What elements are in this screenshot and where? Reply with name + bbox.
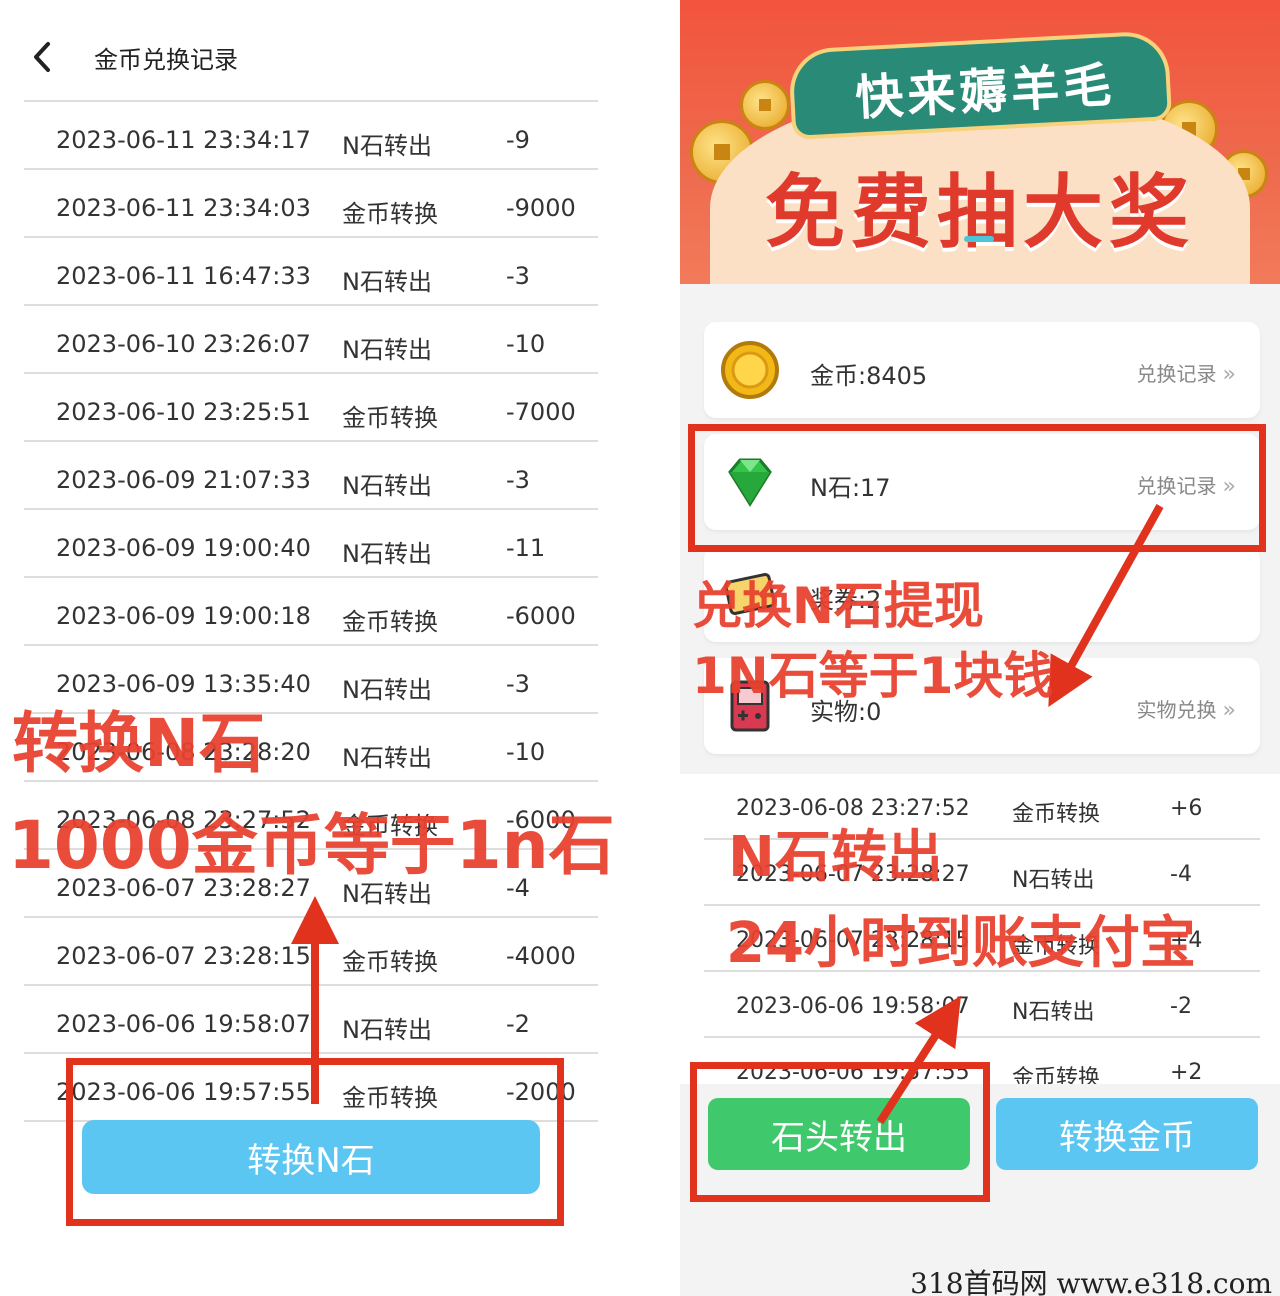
gold-coin-icon: [720, 340, 780, 400]
record-type: 金币转换: [342, 948, 438, 976]
record-row: 2023-06-09 19:00:40 N石转出 -11: [24, 510, 598, 578]
record-row: 2023-06-06 19:58:07 N石转出 -2: [24, 986, 598, 1054]
record-date: 2023-06-10 23:25:51: [56, 398, 311, 426]
record-type: 金币转换: [342, 404, 438, 432]
record-date: 2023-06-07 23:28:15: [56, 942, 311, 970]
record-amount: -10: [506, 330, 546, 358]
record-date: 2023-06-10 23:26:07: [56, 330, 311, 358]
double-chevron-icon: »: [1222, 362, 1236, 387]
transfer-type: 金币转换: [1012, 802, 1101, 827]
lottery-banner[interactable]: 快来薅羊毛 免费抽大奖: [680, 0, 1280, 284]
record-row: 2023-06-09 21:07:33 N石转出 -3: [24, 442, 598, 510]
transfer-amount: +2: [1170, 1060, 1203, 1084]
record-date: 2023-06-09 19:00:18: [56, 602, 311, 630]
highlight-box-n-stone: [688, 424, 1266, 552]
annotation-stone-transfer: N石转出: [728, 825, 943, 890]
record-date: 2023-06-11 16:47:33: [56, 262, 311, 290]
record-row: 2023-06-07 23:28:15 金币转换 -4000: [24, 918, 598, 986]
record-date: 2023-06-11 23:34:03: [56, 194, 311, 222]
transfer-type: N石转出: [1012, 868, 1095, 893]
annotation-convert-n-stone: 转换N石: [12, 705, 266, 782]
annotation-withdraw: 兑换N石提现: [692, 577, 984, 635]
record-type: N石转出: [342, 540, 432, 568]
banner-title: 免费抽大奖: [765, 166, 1195, 259]
carousel-indicator: [964, 236, 994, 242]
transfer-row: 2023-06-06 19:58:07 N石转出 -2: [704, 972, 1260, 1038]
record-amount: -3: [506, 670, 530, 698]
record-amount: -3: [506, 262, 530, 290]
record-row: 2023-06-11 23:34:03 金币转换 -9000: [24, 170, 598, 238]
record-amount: -9000: [506, 194, 576, 222]
physical-exchange-link-label: 实物兑换: [1136, 698, 1217, 722]
site-watermark: 318首码网 www.e318.com: [910, 1267, 1272, 1296]
record-date: 2023-06-09 21:07:33: [56, 466, 311, 494]
record-amount: -10: [506, 738, 546, 766]
record-type: N石转出: [342, 472, 432, 500]
transfer-type: 金币转换: [1012, 1066, 1101, 1084]
back-arrow-icon[interactable]: [24, 34, 64, 80]
record-amount: -7000: [506, 398, 576, 426]
top-bar: 金币兑换记录: [0, 0, 620, 100]
transfer-date: 2023-06-06 19:58:07: [736, 994, 970, 1019]
record-type: 金币转换: [342, 608, 438, 636]
record-type: N石转出: [342, 132, 432, 160]
gold-coin-card: 金币:8405 兑换记录»: [704, 322, 1260, 418]
transfer-type: N石转出: [1012, 1000, 1095, 1025]
record-row: 2023-06-11 16:47:33 N石转出 -3: [24, 238, 598, 306]
record-amount: -9: [506, 126, 530, 154]
record-date: 2023-06-09 19:00:40: [56, 534, 311, 562]
record-amount: -4000: [506, 942, 576, 970]
highlight-box-stone-button: [690, 1062, 990, 1202]
record-amount: -6000: [506, 602, 576, 630]
convert-coin-button[interactable]: 转换金币: [996, 1098, 1258, 1170]
coin-record-link-label: 兑换记录: [1136, 362, 1217, 386]
transfer-amount: -4: [1170, 862, 1192, 887]
transfer-amount: +6: [1170, 796, 1203, 821]
record-type: N石转出: [342, 744, 432, 772]
gold-coin-balance: 金币:8405: [810, 362, 928, 390]
record-amount: -2: [506, 1010, 530, 1038]
record-row: 2023-06-09 19:00:18 金币转换 -6000: [24, 578, 598, 646]
record-type: N石转出: [342, 1016, 432, 1044]
physical-exchange-link[interactable]: 实物兑换»: [1137, 694, 1236, 723]
record-date: 2023-06-11 23:34:17: [56, 126, 311, 154]
record-list: 2023-06-11 23:34:17 N石转出 -9 2023-06-11 23:3…: [24, 102, 598, 1122]
record-type: N石转出: [342, 336, 432, 364]
record-amount: -11: [506, 534, 546, 562]
annotation-arrival-time: 24小时到账支付宝: [726, 911, 1196, 976]
record-row: 2023-06-10 23:25:51 金币转换 -7000: [24, 374, 598, 442]
record-date: 2023-06-06 19:58:07: [56, 1010, 311, 1038]
record-type: N石转出: [342, 268, 432, 296]
annotation-stone-rate: 1N石等于1块钱: [692, 647, 1054, 705]
record-type: N石转出: [342, 676, 432, 704]
coin-record-link[interactable]: 兑换记录»: [1137, 358, 1236, 387]
double-chevron-icon: »: [1222, 698, 1236, 723]
highlight-box-left-button: [66, 1058, 564, 1226]
coin-decoration-icon: [740, 80, 790, 130]
record-amount: -3: [506, 466, 530, 494]
annotation-coin-rate: 1000金币等于1n石: [8, 807, 615, 884]
record-type: 金币转换: [342, 200, 438, 228]
record-row: 2023-06-11 23:34:17 N石转出 -9: [24, 102, 598, 170]
page-title: 金币兑换记录: [94, 46, 238, 74]
transfer-amount: -2: [1170, 994, 1192, 1019]
record-row: 2023-06-10 23:26:07 N石转出 -10: [24, 306, 598, 374]
